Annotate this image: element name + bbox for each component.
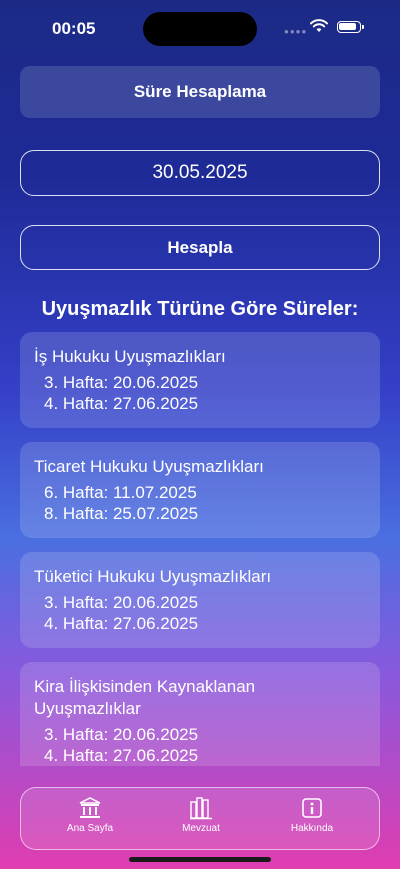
tab-label: Mevzuat: [182, 823, 220, 834]
tab-about[interactable]: Hakkında: [267, 796, 357, 834]
info-icon: [302, 798, 322, 818]
tab-label: Hakkında: [290, 823, 334, 834]
result-card: Ticaret Hukuku Uyuşmazlıkları 6. Hafta: …: [20, 442, 380, 538]
status-bar: 00:05 ●●●●: [0, 0, 400, 56]
card-line: 6. Hafta: 11.07.2025: [44, 483, 197, 502]
card-line: 4. Hafta: 27.06.2025: [44, 746, 199, 765]
home-indicator: [129, 857, 271, 862]
card-line: 3. Hafta: 20.06.2025: [44, 373, 199, 392]
tab-home[interactable]: Ana Sayfa: [45, 796, 135, 834]
date-field[interactable]: 30.05.2025: [20, 150, 380, 196]
card-line: 8. Hafta: 25.07.2025: [44, 504, 199, 523]
page-title: Süre Hesaplama: [20, 66, 380, 118]
section-title: Uyuşmazlık Türüne Göre Süreler:: [41, 298, 359, 320]
calculate-button[interactable]: Hesapla: [20, 225, 380, 270]
result-card: Kira İlişkisinden Kaynaklanan Uyuşmazlık…: [20, 662, 380, 766]
card-title: Tüketici Hukuku Uyuşmazlıkları: [34, 567, 272, 586]
results-list[interactable]: İş Hukuku Uyuşmazlıkları 3. Hafta: 20.06…: [20, 332, 380, 766]
battery-icon: [337, 21, 364, 33]
card-title: Ticaret Hukuku Uyuşmazlıkları: [34, 457, 264, 476]
wifi-icon: [310, 19, 328, 32]
card-title: İş Hukuku Uyuşmazlıkları: [34, 347, 226, 366]
result-card: İş Hukuku Uyuşmazlıkları 3. Hafta: 20.06…: [20, 332, 380, 428]
books-icon: [190, 797, 212, 820]
card-line: 3. Hafta: 20.06.2025: [44, 593, 199, 612]
dynamic-island: [143, 12, 257, 46]
card-line: 3. Hafta: 20.06.2025: [44, 725, 199, 744]
tab-legislation[interactable]: Mevzuat: [156, 796, 246, 834]
courthouse-icon: [79, 797, 101, 818]
card-line: 4. Hafta: 27.06.2025: [44, 394, 199, 413]
tab-label: Ana Sayfa: [66, 823, 114, 834]
card-title: Kira İlişkisinden Kaynaklanan Uyuşmazlık…: [34, 677, 256, 718]
card-line: 4. Hafta: 27.06.2025: [44, 614, 199, 633]
tab-bar: Ana Sayfa Mevzuat Hakkında: [20, 787, 380, 850]
result-card: Tüketici Hukuku Uyuşmazlıkları 3. Hafta:…: [20, 552, 380, 648]
signal-icon: ●●●●: [284, 27, 308, 36]
status-time: 00:05: [52, 19, 96, 38]
